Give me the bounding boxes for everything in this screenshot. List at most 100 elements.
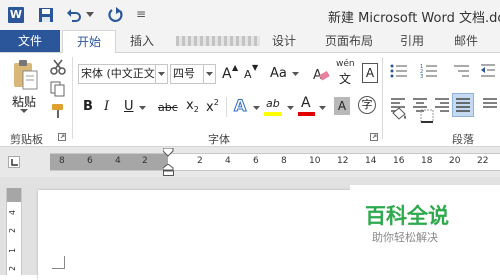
ruler-number: 8 [281, 156, 287, 166]
strikethrough-button[interactable]: abc [158, 101, 178, 114]
phonetic-guide-button[interactable]: wén 文 [336, 59, 356, 87]
hanging-indent-marker[interactable] [163, 164, 174, 176]
word-app-icon[interactable]: W [8, 7, 24, 23]
bold-button[interactable]: B [83, 99, 93, 114]
enclose-characters-button[interactable]: 字 [358, 96, 376, 114]
shrink-font-button[interactable]: A [244, 68, 252, 81]
document-area: 4 2 1 2 百科全说 助你轻松解决 [0, 177, 500, 280]
font-name-dropdown[interactable] [156, 64, 168, 84]
highlight-pen-icon: ab [266, 97, 280, 110]
vertical-ruler-number: 2 [8, 265, 18, 272]
watermark-main-text: 百科全说 [365, 204, 449, 228]
chevron-down-icon [206, 72, 213, 76]
ruler-number: 6 [253, 156, 259, 166]
underline-button[interactable]: U [124, 99, 134, 114]
ruler-number: 6 [87, 156, 93, 166]
font-color-dropdown-icon[interactable] [319, 106, 326, 111]
grow-font-button[interactable]: A [222, 66, 232, 82]
distributed-icon[interactable] [482, 97, 498, 113]
vertical-ruler-number: 1 [8, 247, 18, 254]
cut-icon[interactable] [50, 59, 66, 75]
first-line-indent-marker[interactable] [163, 148, 174, 157]
font-launcher-icon[interactable] [370, 133, 378, 141]
tab-home[interactable]: 开始 [62, 30, 116, 54]
font-size-dropdown[interactable] [204, 64, 216, 84]
tab-design[interactable]: 设计 [262, 30, 306, 52]
character-border-button[interactable]: A [362, 63, 378, 83]
ribbon: 粘贴 剪贴板 宋体 (中文正文 四号 A ▲ A ▼ Aa A wén 文 A … [0, 53, 500, 147]
superscript-mark: 2 [213, 98, 219, 107]
blurred-tab-region [176, 36, 260, 46]
font-size-combo[interactable]: 四号 [170, 64, 204, 84]
tab-selector[interactable] [8, 156, 20, 168]
decrease-indent-icon[interactable] [480, 63, 496, 79]
svg-text:3: 3 [420, 74, 423, 79]
group-separator [226, 97, 227, 117]
font-color-button[interactable]: A [298, 95, 316, 117]
tab-mailings[interactable]: 邮件 [442, 30, 490, 52]
underline-dropdown-icon[interactable] [139, 106, 146, 111]
ruler-number: 22 [477, 156, 489, 166]
paragraph-group-label: 段落 [452, 133, 474, 146]
font-color-bar [298, 112, 315, 116]
numbering-icon[interactable]: 123 [420, 63, 438, 79]
change-case-dropdown-icon[interactable] [292, 72, 299, 77]
horizontal-ruler[interactable]: 8 6 4 2 2 4 6 8 10 12 14 16 18 20 22 [50, 153, 500, 171]
tab-page-layout[interactable]: 页面布局 [314, 30, 384, 52]
superscript-button[interactable]: x2 [206, 98, 219, 115]
ruler-number: 18 [421, 156, 433, 166]
ruler-numbers: 8 6 4 2 2 4 6 8 10 12 14 16 18 20 22 [50, 154, 500, 170]
save-icon[interactable] [38, 7, 54, 23]
shading-paint-bucket-icon[interactable] [390, 107, 408, 123]
font-name-combo[interactable]: 宋体 (中文正文 [78, 64, 156, 84]
vertical-ruler[interactable]: 4 2 1 2 [6, 188, 22, 275]
subscript-x: x [186, 98, 194, 113]
highlight-color-bar [264, 112, 282, 116]
ruler-number: 20 [449, 156, 461, 166]
clipboard-group-label: 剪贴板 [10, 133, 43, 146]
copy-icon[interactable] [50, 81, 66, 97]
grow-font-arrow-icon: ▲ [232, 63, 239, 72]
group-separator [382, 57, 383, 139]
multilevel-list-icon[interactable] [452, 63, 470, 79]
undo-dropdown-icon[interactable] [86, 12, 94, 18]
subscript-button[interactable]: x2 [186, 98, 199, 114]
font-color-letter: A [301, 95, 311, 111]
undo-icon[interactable] [66, 7, 82, 23]
phonetic-pinyin: wén [336, 59, 355, 69]
ruler-number: 16 [393, 156, 405, 166]
redo-icon[interactable] [108, 6, 124, 23]
quick-access-customize-icon[interactable]: ≡ [136, 7, 146, 21]
italic-button[interactable]: I [104, 99, 109, 114]
paste-icon[interactable] [12, 59, 40, 91]
change-case-button[interactable]: Aa [270, 66, 287, 81]
justify-button[interactable] [452, 93, 474, 117]
align-right-icon[interactable] [434, 97, 450, 113]
ruler-number: 4 [225, 156, 231, 166]
title-bar: W ≡ 新建 Microsoft Word 文档.doc [0, 0, 500, 30]
clipboard-launcher-icon[interactable] [58, 133, 66, 141]
vertical-ruler-number: 4 [8, 209, 18, 216]
tab-references[interactable]: 引用 [390, 30, 434, 52]
tab-insert[interactable]: 插入 [118, 30, 166, 52]
paste-button-label[interactable]: 粘贴 [12, 93, 36, 110]
watermark-sub-text: 助你轻松解决 [372, 231, 438, 244]
ruler-number: 12 [337, 156, 349, 166]
font-group-label: 字体 [208, 133, 230, 146]
ruler-number: 2 [142, 156, 148, 166]
borders-icon[interactable] [420, 109, 434, 123]
highlight-dropdown-icon[interactable] [287, 106, 294, 111]
vertical-ruler-number: 2 [8, 227, 18, 234]
clear-formatting-icon[interactable]: A [312, 65, 330, 83]
paste-dropdown-icon[interactable] [20, 109, 28, 114]
format-painter-icon[interactable] [50, 103, 66, 119]
ribbon-tabs: 文件 开始 插入 设计 页面布局 引用 邮件 [0, 30, 500, 54]
character-shading-button[interactable]: A [334, 97, 350, 115]
text-effects-button[interactable]: A [233, 96, 246, 116]
text-effects-dropdown-icon[interactable] [253, 106, 260, 111]
ruler-number: 2 [197, 156, 203, 166]
bullets-icon[interactable] [390, 63, 408, 79]
tab-file[interactable]: 文件 [0, 30, 60, 52]
highlight-button[interactable]: ab [264, 97, 284, 117]
ruler-number: 14 [365, 156, 377, 166]
